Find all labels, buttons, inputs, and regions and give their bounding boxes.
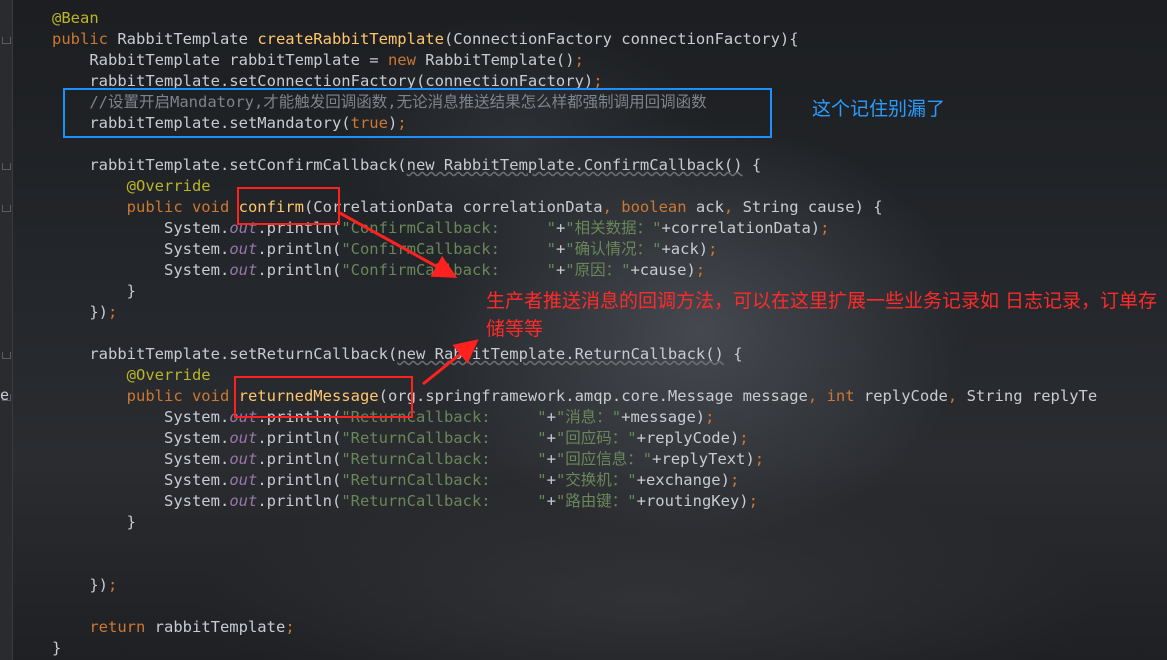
- annotation-remember-note: 这个记住别漏了: [812, 98, 946, 120]
- arrow-confirm: [337, 210, 458, 278]
- arrow-returned-message: [422, 339, 479, 386]
- annotation-producer-callback-note: 生产者推送消息的回调方法，可以在这里扩展一些业务记录如 日志记录，订单存储等等: [486, 290, 1158, 340]
